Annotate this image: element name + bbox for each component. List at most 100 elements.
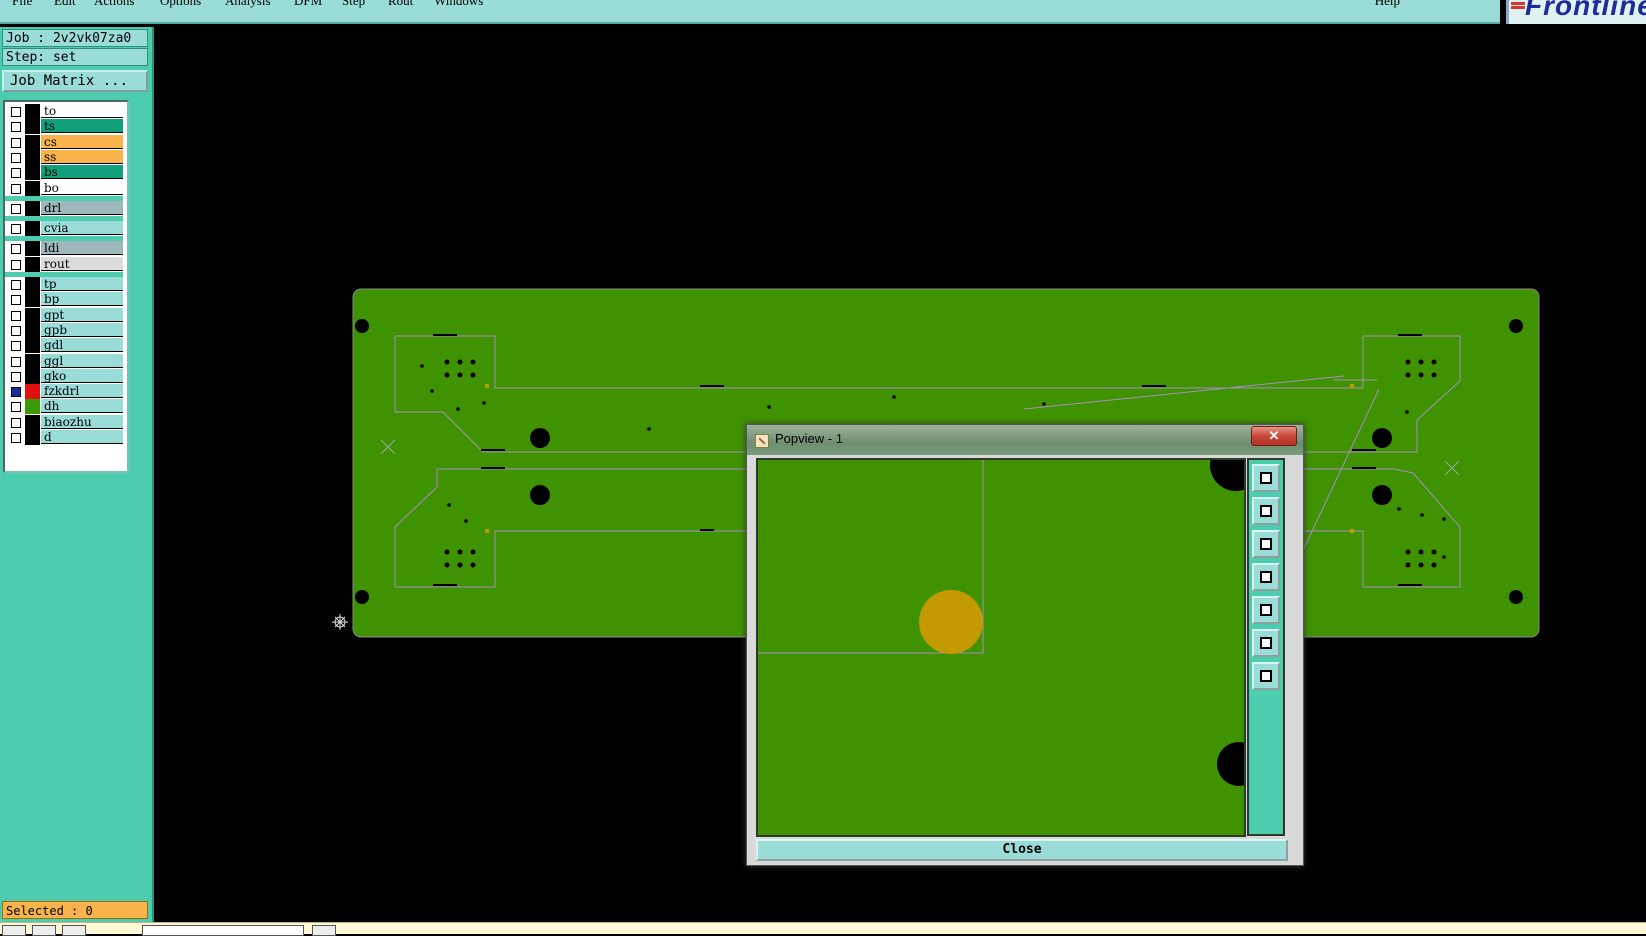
layer-name[interactable]: bo: [41, 180, 123, 195]
layer-color-swatch[interactable]: [25, 430, 40, 445]
layer-name[interactable]: d: [41, 430, 123, 444]
layer-name[interactable]: bs: [41, 165, 123, 180]
layer-row-dh[interactable]: dh: [5, 399, 123, 415]
layer-name[interactable]: gpt: [41, 307, 123, 322]
close-button[interactable]: Close: [756, 839, 1288, 861]
layer-row-ggl[interactable]: ggl: [5, 353, 123, 369]
layer-row-tp[interactable]: tp: [5, 277, 123, 292]
layer-checkbox[interactable]: [11, 356, 21, 367]
layer-row-gpb[interactable]: gpb: [5, 322, 123, 338]
layer-checkbox[interactable]: [11, 183, 21, 194]
layer-color-swatch[interactable]: [25, 414, 40, 430]
menu-actions[interactable]: Actions: [94, 0, 134, 9]
layer-row-gpt[interactable]: gpt: [5, 307, 123, 323]
layer-checkbox[interactable]: [11, 295, 21, 306]
layer-row-d[interactable]: d: [5, 430, 123, 445]
command-input[interactable]: [142, 925, 304, 936]
layer-name[interactable]: drl: [41, 200, 123, 215]
layer-checkbox[interactable]: [11, 371, 21, 382]
layer-color-swatch[interactable]: [25, 368, 40, 384]
layer-checkbox[interactable]: [11, 244, 21, 255]
layer-name[interactable]: dh: [41, 399, 123, 414]
zoom-fit-button[interactable]: [1252, 629, 1280, 657]
layer-color-swatch[interactable]: [25, 200, 40, 216]
layer-color-swatch[interactable]: [25, 134, 40, 150]
layer-name[interactable]: gdl: [41, 338, 123, 353]
menu-help[interactable]: Help: [1375, 0, 1400, 9]
layer-checkbox[interactable]: [11, 280, 21, 290]
layer-name[interactable]: bp: [41, 292, 123, 307]
layer-color-swatch[interactable]: [25, 104, 40, 119]
layer-name[interactable]: rout: [41, 256, 123, 271]
menu-rout[interactable]: Rout: [388, 0, 413, 9]
layer-row-bp[interactable]: bp: [5, 292, 123, 308]
layer-color-swatch[interactable]: [25, 180, 40, 196]
zoom-center-button[interactable]: [1252, 662, 1280, 690]
layer-checkbox[interactable]: [11, 387, 21, 398]
layer-color-swatch[interactable]: [25, 338, 40, 354]
layer-checkbox[interactable]: [11, 122, 21, 133]
layer-checkbox[interactable]: [11, 107, 21, 117]
menu-analysis[interactable]: Analysis: [225, 0, 271, 9]
layer-row-bs[interactable]: bs: [5, 165, 123, 181]
layer-checkbox[interactable]: [11, 224, 21, 235]
menu-file[interactable]: File: [12, 0, 32, 9]
layer-color-swatch[interactable]: [25, 277, 40, 292]
layer-checkbox[interactable]: [11, 433, 21, 443]
layer-color-swatch[interactable]: [25, 353, 40, 369]
menu-edit[interactable]: Edit: [54, 0, 76, 9]
pan-left-button[interactable]: [1252, 563, 1280, 591]
layer-name[interactable]: to: [41, 104, 123, 118]
zoom-home-button[interactable]: [1252, 464, 1280, 492]
layer-row-cs[interactable]: cs: [5, 134, 123, 150]
layer-color-swatch[interactable]: [25, 399, 40, 415]
layer-name[interactable]: cs: [41, 134, 123, 149]
layer-row-cvia[interactable]: cvia: [5, 221, 123, 237]
layer-name[interactable]: fzkdrl: [41, 384, 123, 399]
layer-row-gdl[interactable]: gdl: [5, 338, 123, 354]
layer-name[interactable]: ts: [41, 119, 123, 134]
layer-name[interactable]: biaozhu: [41, 414, 123, 429]
layer-row-gko[interactable]: gko: [5, 368, 123, 384]
layer-name[interactable]: ss: [41, 149, 123, 164]
layer-color-swatch[interactable]: [25, 292, 40, 308]
pan-up-button[interactable]: [1252, 497, 1280, 525]
layer-checkbox[interactable]: [11, 152, 21, 163]
layer-color-swatch[interactable]: [25, 165, 40, 181]
layer-color-swatch[interactable]: [25, 322, 40, 338]
layer-checkbox[interactable]: [11, 325, 21, 336]
layer-color-swatch[interactable]: [25, 241, 40, 257]
layer-row-rout[interactable]: rout: [5, 256, 123, 272]
bottom-tool-button[interactable]: [2, 925, 26, 936]
menu-windows[interactable]: Windows: [434, 0, 483, 9]
layer-color-swatch[interactable]: [25, 307, 40, 323]
layer-color-swatch[interactable]: [25, 256, 40, 272]
layer-row-fzkdrl[interactable]: fzkdrl: [5, 384, 123, 400]
layer-row-ss[interactable]: ss: [5, 149, 123, 165]
layer-row-bo[interactable]: bo: [5, 180, 123, 196]
layer-checkbox[interactable]: [11, 341, 21, 352]
layer-color-swatch[interactable]: [25, 221, 40, 237]
menu-dfm[interactable]: DFM: [294, 0, 322, 9]
layer-name[interactable]: tp: [41, 277, 123, 291]
layer-checkbox[interactable]: [11, 417, 21, 428]
layer-name[interactable]: cvia: [41, 221, 123, 236]
pan-right-button[interactable]: [1252, 596, 1280, 624]
layer-row-ldi[interactable]: ldi: [5, 241, 123, 257]
layer-color-swatch[interactable]: [25, 384, 40, 400]
bottom-tool-button[interactable]: [32, 925, 56, 936]
popview-canvas[interactable]: [756, 458, 1246, 837]
layer-checkbox[interactable]: [11, 259, 21, 270]
layer-checkbox[interactable]: [11, 310, 21, 321]
layer-checkbox[interactable]: [11, 137, 21, 148]
layer-color-swatch[interactable]: [25, 149, 40, 165]
layer-color-swatch[interactable]: [25, 119, 40, 135]
layer-name[interactable]: ggl: [41, 353, 123, 368]
bottom-tool-button[interactable]: [312, 925, 336, 936]
menu-options[interactable]: Options: [160, 0, 201, 9]
layer-name[interactable]: gpb: [41, 322, 123, 337]
menu-step[interactable]: Step: [342, 0, 365, 9]
layer-row-ts[interactable]: ts: [5, 119, 123, 135]
layer-row-biaozhu[interactable]: biaozhu: [5, 414, 123, 430]
bottom-tool-button[interactable]: [62, 925, 86, 936]
